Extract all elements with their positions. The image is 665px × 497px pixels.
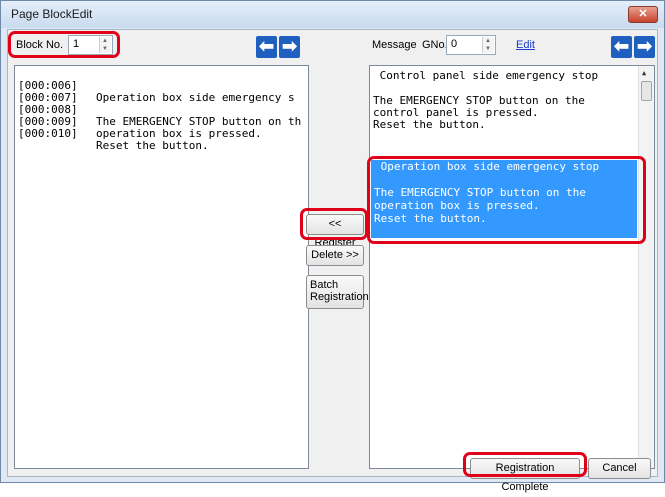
dialog-body: Block No. 1 ▲ ▼ ⬅ ➡ Message GNo. 0 ▲ ▼ E…	[7, 29, 658, 493]
title-bar: Page BlockEdit ✕	[1, 1, 664, 28]
delete-button[interactable]: Delete >>	[306, 245, 364, 266]
selection-highlight	[367, 156, 646, 244]
page-blockedit-dialog: Page BlockEdit ✕ Block No. 1 ▲ ▼ ⬅ ➡ Mes…	[0, 0, 665, 493]
register-highlight	[300, 208, 368, 240]
delete-button-label: Delete >>	[311, 249, 359, 261]
spin-up-icon: ▲	[485, 38, 491, 44]
left-arrow-icon[interactable]: ⬅	[256, 36, 277, 58]
block-no-highlight	[8, 31, 120, 58]
line-text: Reset the button.	[96, 139, 209, 152]
spin-down-icon: ▼	[485, 46, 491, 52]
close-icon: ✕	[638, 8, 648, 20]
block-text-list[interactable]: [000:006] Operation box side emergency s…	[14, 65, 309, 469]
message-line: Control panel side emergency stop	[373, 69, 599, 82]
complete-highlight	[463, 452, 587, 477]
message-label: Message	[372, 39, 417, 51]
line-number: [000:010]	[18, 127, 78, 140]
left-nav-arrows: ⬅ ➡	[256, 36, 300, 58]
vertical-scrollbar[interactable]: ▲ ▼	[638, 66, 654, 468]
gno-value: 0	[451, 38, 458, 50]
edit-link[interactable]: Edit	[516, 39, 535, 51]
left-arrow-icon[interactable]: ⬅	[611, 36, 632, 58]
message-line: Reset the button.	[373, 118, 486, 131]
scroll-thumb[interactable]	[641, 81, 652, 101]
right-arrow-icon[interactable]: ➡	[279, 36, 300, 58]
close-button[interactable]: ✕	[628, 6, 658, 23]
batch-label-line2: Registration	[310, 291, 369, 303]
batch-registration-button[interactable]: Batch Registration	[306, 275, 369, 309]
gno-label: GNo.	[422, 39, 448, 51]
line-text: Operation box side emergency s	[96, 91, 295, 104]
window-title: Page BlockEdit	[11, 7, 93, 21]
scroll-up-icon[interactable]: ▲	[642, 69, 646, 77]
right-arrow-icon[interactable]: ➡	[634, 36, 655, 58]
cancel-button[interactable]: Cancel	[588, 458, 651, 479]
list-item[interactable]: [000:010] Reset the button.	[15, 116, 209, 164]
gno-spinner[interactable]: 0 ▲ ▼	[446, 35, 496, 55]
right-nav-arrows: ⬅ ➡	[611, 36, 655, 58]
message-text-panel[interactable]: Control panel side emergency stop The EM…	[369, 65, 655, 469]
gno-spin-arrows[interactable]: ▲ ▼	[482, 37, 494, 53]
cancel-button-label: Cancel	[602, 462, 637, 474]
batch-label-line1: Batch	[310, 279, 339, 291]
